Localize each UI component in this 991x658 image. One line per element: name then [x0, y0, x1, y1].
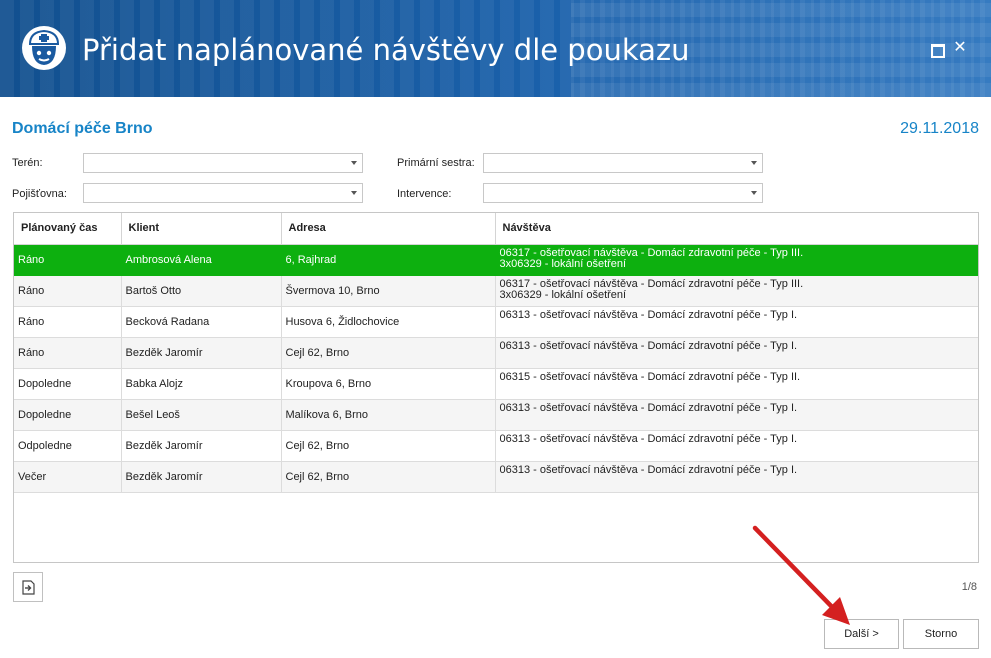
page-indicator: 1/8 [961, 581, 977, 593]
cell-address: Švermova 10, Brno [281, 275, 496, 307]
cell-visit: 06313 - ošetřovací návštěva - Domácí zdr… [495, 461, 978, 493]
cell-client: Bezděk Jaromír [121, 430, 282, 462]
table-row[interactable]: Ráno Bezděk Jaromír Cejl 62, Brno 06313 … [14, 337, 978, 369]
cell-address: Cejl 62, Brno [281, 337, 496, 369]
current-date: 29.11.2018 [900, 120, 979, 137]
visit-line: 3x06329 - lokální ošetření [499, 257, 627, 270]
visit-line: 06317 - ošetřovací návštěva - Domácí zdr… [499, 277, 804, 290]
cell-client: Bartoš Otto [121, 275, 282, 307]
cell-visit: 06313 - ošetřovací návštěva - Domácí zdr… [495, 337, 978, 369]
teren-select[interactable] [83, 153, 363, 173]
visit-line: 06313 - ošetřovací návštěva - Domácí zdr… [499, 463, 798, 476]
next-button[interactable]: Další > [824, 619, 899, 649]
cell-visit: 06313 - ošetřovací návštěva - Domácí zdr… [495, 399, 978, 431]
visit-line: 06313 - ošetřovací návštěva - Domácí zdr… [499, 308, 798, 321]
visit-line: 06315 - ošetřovací návštěva - Domácí zdr… [499, 370, 801, 383]
cell-time: Ráno [14, 306, 122, 338]
cell-client: Bezděk Jaromír [121, 337, 282, 369]
table-row[interactable]: Dopoledne Babka Alojz Kroupova 6, Brno 0… [14, 368, 978, 400]
column-header-visit[interactable]: Návštěva [495, 213, 978, 245]
cell-address: 6, Rajhrad [281, 244, 496, 276]
cell-visit: 06313 - ošetřovací návštěva - Domácí zdr… [495, 430, 978, 462]
table-row[interactable]: Dopoledne Bešel Leoš Malíkova 6, Brno 06… [14, 399, 978, 431]
visit-line: 3x06329 - lokální ošetření [499, 288, 627, 301]
pojistovna-label: Pojišťovna: [12, 188, 67, 200]
cell-client: Babka Alojz [121, 368, 282, 400]
chevron-down-icon[interactable] [751, 191, 757, 195]
visits-table: Plánovaný čas Klient Adresa Návštěva Rán… [14, 213, 978, 493]
cell-visit: 06317 - ošetřovací návštěva - Domácí zdr… [495, 275, 978, 307]
chevron-down-icon[interactable] [351, 191, 357, 195]
visits-grid[interactable]: Plánovaný čas Klient Adresa Návštěva Rán… [13, 212, 979, 563]
cell-client: Becková Radana [121, 306, 282, 338]
visit-line: 06313 - ošetřovací návštěva - Domácí zdr… [499, 432, 798, 445]
table-row[interactable]: Ráno Becková Radana Husova 6, Židlochovi… [14, 306, 978, 338]
cell-address: Husova 6, Židlochovice [281, 306, 496, 338]
organization-name: Domácí péče Brno [12, 120, 153, 137]
cell-client: Bezděk Jaromír [121, 461, 282, 493]
table-row[interactable]: Ráno Ambrosová Alena 6, Rajhrad 06317 - … [14, 244, 978, 276]
intervence-label: Intervence: [397, 188, 452, 200]
chevron-down-icon[interactable] [351, 161, 357, 165]
table-row[interactable]: Odpoledne Bezděk Jaromír Cejl 62, Brno 0… [14, 430, 978, 462]
teren-label: Terén: [12, 157, 43, 169]
table-row[interactable]: Ráno Bartoš Otto Švermova 10, Brno 06317… [14, 275, 978, 307]
cell-time: Dopoledne [14, 368, 122, 400]
cell-visit: 06315 - ošetřovací návštěva - Domácí zdr… [495, 368, 978, 400]
cell-address: Cejl 62, Brno [281, 430, 496, 462]
cell-time: Ráno [14, 275, 122, 307]
nurse-icon [22, 26, 66, 70]
sestra-label: Primární sestra: [397, 157, 475, 169]
cell-time: Ráno [14, 337, 122, 369]
cell-time: Odpoledne [14, 430, 122, 462]
cell-address: Cejl 62, Brno [281, 461, 496, 493]
sestra-select[interactable] [483, 153, 763, 173]
cell-address: Malíkova 6, Brno [281, 399, 496, 431]
table-row[interactable]: Večer Bezděk Jaromír Cejl 62, Brno 06313… [14, 461, 978, 493]
export-button[interactable] [13, 572, 43, 602]
pojistovna-select[interactable] [83, 183, 363, 203]
window-titlebar: Přidat naplánované návštěvy dle poukazu … [0, 0, 991, 97]
visit-line: 06313 - ošetřovací návštěva - Domácí zdr… [499, 401, 798, 414]
grid-header-row: Plánovaný čas Klient Adresa Návštěva [14, 213, 978, 245]
cell-visit: 06317 - ošetřovací návštěva - Domácí zdr… [495, 244, 978, 276]
visit-line: 06313 - ošetřovací návštěva - Domácí zdr… [499, 339, 798, 352]
visit-line: 06317 - ošetřovací návštěva - Domácí zdr… [499, 246, 804, 259]
cell-visit: 06313 - ošetřovací návštěva - Domácí zdr… [495, 306, 978, 338]
column-header-address[interactable]: Adresa [281, 213, 496, 245]
cell-address: Kroupova 6, Brno [281, 368, 496, 400]
export-icon [22, 580, 35, 595]
maximize-icon[interactable] [930, 42, 945, 58]
cell-client: Bešel Leoš [121, 399, 282, 431]
chevron-down-icon[interactable] [751, 161, 757, 165]
intervence-select[interactable] [483, 183, 763, 203]
column-header-time[interactable]: Plánovaný čas [14, 213, 122, 245]
cell-client: Ambrosová Alena [121, 244, 282, 276]
cell-time: Ráno [14, 244, 122, 276]
cell-time: Dopoledne [14, 399, 122, 431]
window-title: Přidat naplánované návštěvy dle poukazu [82, 33, 690, 67]
column-header-client[interactable]: Klient [121, 213, 282, 245]
cell-time: Večer [14, 461, 122, 493]
cancel-button[interactable]: Storno [903, 619, 979, 649]
close-icon[interactable]: ✕ [953, 40, 967, 56]
